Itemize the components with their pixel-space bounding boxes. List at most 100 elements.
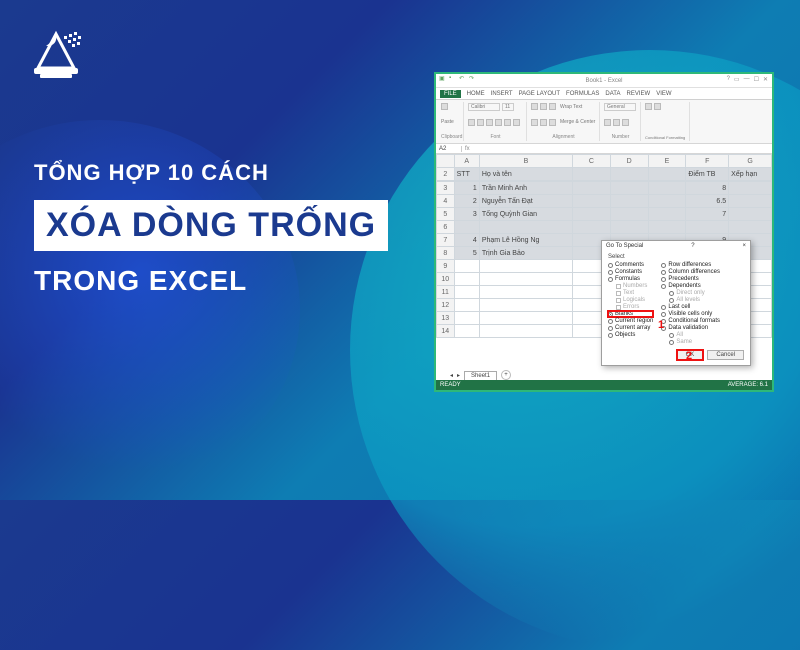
tab-review[interactable]: REVIEW [627, 91, 651, 97]
cell[interactable]: Trịnh Gia Bảo [479, 247, 572, 260]
percent-icon[interactable] [613, 119, 620, 126]
table-row[interactable]: 6 [437, 221, 772, 234]
cell[interactable]: Trần Minh Anh [479, 182, 572, 195]
cell[interactable]: 7 [686, 208, 729, 221]
cell[interactable] [454, 286, 479, 299]
option-blanks[interactable]: Blanks [608, 311, 653, 317]
cell[interactable]: Nguyễn Tấn Đạt [479, 195, 572, 208]
row-header[interactable]: 14 [437, 325, 455, 338]
cancel-button[interactable]: Cancel [707, 350, 744, 360]
format-as-table-icon[interactable] [654, 103, 661, 110]
row-header[interactable]: 11 [437, 286, 455, 299]
cell[interactable]: Phạm Lê Hồng Ng [479, 234, 572, 247]
dialog-close-icon[interactable]: × [742, 243, 746, 249]
number-format-select[interactable]: General [604, 103, 636, 111]
font-size-select[interactable]: 11 [502, 103, 514, 111]
row-header[interactable]: 3 [437, 182, 455, 195]
table-row[interactable]: 42Nguyễn Tấn Đạt6.5 [437, 195, 772, 208]
cell[interactable]: STT [454, 168, 479, 181]
align-center-icon[interactable] [540, 119, 547, 126]
cell[interactable] [686, 221, 729, 234]
align-right-icon[interactable] [549, 119, 556, 126]
cell[interactable] [648, 221, 686, 234]
option-data-validation[interactable]: Data validation [661, 325, 720, 331]
conditional-formatting-icon[interactable] [645, 103, 652, 110]
merge-center-button[interactable]: Merge & Center [560, 119, 595, 125]
cell[interactable] [573, 208, 611, 221]
tab-view[interactable]: VIEW [656, 91, 671, 97]
minimize-icon[interactable]: — [744, 76, 750, 83]
cell[interactable] [573, 195, 611, 208]
option-conditional-formats[interactable]: Conditional formats [661, 318, 720, 324]
option-last-cell[interactable]: Last cell [661, 304, 720, 310]
align-top-icon[interactable] [531, 103, 538, 110]
align-mid-icon[interactable] [540, 103, 547, 110]
fx-icon[interactable]: fx [462, 146, 473, 152]
maximize-icon[interactable]: ☐ [754, 76, 759, 83]
col-header-D[interactable]: D [610, 155, 648, 168]
cell[interactable] [573, 182, 611, 195]
cell[interactable] [479, 221, 572, 234]
cell[interactable] [454, 325, 479, 338]
comma-icon[interactable] [622, 119, 629, 126]
cell[interactable] [454, 260, 479, 273]
tab-home[interactable]: HOME [467, 91, 485, 97]
table-row[interactable]: 31Trần Minh Anh 8 [437, 182, 772, 195]
cell[interactable] [479, 286, 572, 299]
option-constants[interactable]: Constants [608, 269, 653, 275]
ribbon-collapse-icon[interactable]: ▭ [734, 76, 740, 83]
save-icon[interactable]: ▪ [449, 75, 457, 83]
cell[interactable]: Điểm TB [686, 168, 729, 181]
paste-icon[interactable] [441, 103, 448, 110]
worksheet-grid[interactable]: A B C D E F G 2 STT Họ và tên Điểm TB Xế… [436, 154, 772, 360]
cell[interactable] [610, 208, 648, 221]
row-header[interactable]: 7 [437, 234, 455, 247]
row-header[interactable]: 8 [437, 247, 455, 260]
cell[interactable] [454, 312, 479, 325]
close-window-icon[interactable]: ✕ [763, 76, 768, 83]
sheet-nav-next-icon[interactable]: ▸ [457, 372, 460, 379]
cell[interactable] [648, 195, 686, 208]
currency-icon[interactable] [604, 119, 611, 126]
select-all-corner[interactable] [437, 155, 455, 168]
col-header-F[interactable]: F [686, 155, 729, 168]
cell[interactable] [729, 208, 772, 221]
cell[interactable]: Xếp hạn [729, 168, 772, 181]
col-header-C[interactable]: C [573, 155, 611, 168]
redo-icon[interactable]: ↷ [469, 75, 477, 83]
undo-icon[interactable]: ↶ [459, 75, 467, 83]
option-row-diff[interactable]: Row differences [661, 262, 720, 268]
option-formulas[interactable]: Formulas [608, 276, 653, 282]
row-header[interactable]: 5 [437, 208, 455, 221]
cell[interactable]: 6.5 [686, 195, 729, 208]
row-header[interactable]: 13 [437, 312, 455, 325]
dialog-help-icon[interactable]: ? [691, 243, 694, 249]
cell[interactable] [479, 299, 572, 312]
cell[interactable] [573, 221, 611, 234]
cell[interactable] [648, 208, 686, 221]
name-box[interactable]: A2 [436, 146, 462, 152]
cell[interactable] [729, 195, 772, 208]
cell[interactable] [729, 221, 772, 234]
row-header[interactable]: 6 [437, 221, 455, 234]
cell[interactable] [610, 182, 648, 195]
cell[interactable]: 1 [454, 182, 479, 195]
row-header[interactable]: 2 [437, 168, 455, 181]
tab-pagelayout[interactable]: PAGE LAYOUT [519, 91, 560, 97]
cell[interactable] [454, 299, 479, 312]
align-left-icon[interactable] [531, 119, 538, 126]
table-row[interactable]: 53Tống Quỳnh Gian7 [437, 208, 772, 221]
option-objects[interactable]: Objects [608, 332, 653, 338]
cell[interactable] [610, 195, 648, 208]
cell[interactable] [479, 273, 572, 286]
tab-insert[interactable]: INSERT [491, 91, 513, 97]
cell[interactable]: 2 [454, 195, 479, 208]
bold-icon[interactable] [468, 119, 475, 126]
col-header-E[interactable]: E [648, 155, 686, 168]
cell[interactable]: 8 [686, 182, 729, 195]
col-header-A[interactable]: A [454, 155, 479, 168]
option-current-region[interactable]: Current region [608, 318, 653, 324]
cell[interactable] [610, 168, 648, 181]
font-color-icon[interactable] [513, 119, 520, 126]
table-row[interactable]: 2 STT Họ và tên Điểm TB Xếp hạn [437, 168, 772, 181]
